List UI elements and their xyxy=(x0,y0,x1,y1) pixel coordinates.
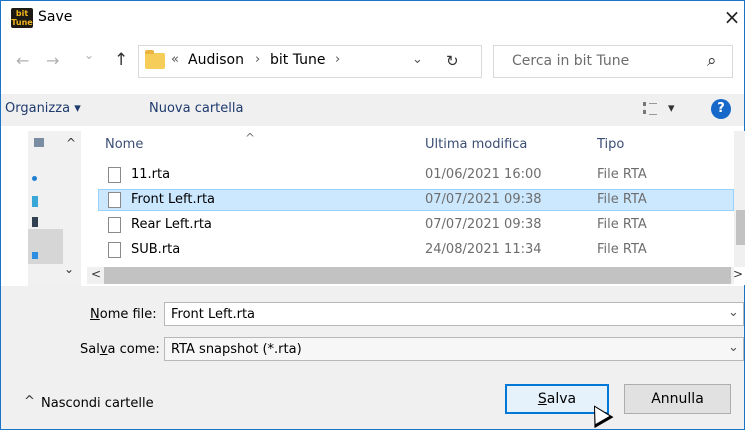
column-header-type[interactable]: Tipo xyxy=(597,137,624,152)
recent-locations-chevron-icon[interactable]: ⌄ xyxy=(84,48,94,62)
file-name[interactable]: Rear Left.rta xyxy=(131,217,212,232)
refresh-icon[interactable]: ↻ xyxy=(446,52,459,70)
organize-label: Organizza xyxy=(5,101,71,116)
horizontal-scroll-thumb[interactable] xyxy=(104,267,731,284)
breadcrumb-separator: › xyxy=(255,52,261,67)
command-bar xyxy=(1,94,744,126)
view-options-chevron-icon[interactable]: ▾ xyxy=(668,101,675,116)
file-name[interactable]: 11.rta xyxy=(131,167,170,182)
new-folder-button[interactable]: Nuova cartella xyxy=(149,101,243,116)
file-type: File RTA xyxy=(597,217,647,232)
search-placeholder: Cerca in bit Tune xyxy=(512,53,630,69)
view-options-icon[interactable] xyxy=(643,102,657,115)
savetype-value: RTA snapshot (*.rta) xyxy=(171,342,302,357)
breadcrumb-separator: › xyxy=(335,52,341,67)
file-icon xyxy=(108,192,121,208)
vertical-scrollbar[interactable] xyxy=(734,131,745,267)
hide-folders-button[interactable]: Nascondi cartelle xyxy=(41,396,154,411)
vertical-scroll-thumb[interactable] xyxy=(736,210,745,245)
organize-button[interactable]: Organizza ▾ xyxy=(5,101,81,116)
forward-arrow-icon[interactable]: → xyxy=(46,51,59,70)
back-arrow-icon[interactable]: ← xyxy=(16,51,29,70)
breadcrumb-bit-tune[interactable]: bit Tune xyxy=(270,52,326,68)
app-logo-icon: bit Tune xyxy=(11,8,33,28)
scroll-up-icon[interactable]: ^ xyxy=(66,136,76,150)
nav-item-icon[interactable] xyxy=(32,196,38,207)
file-icon xyxy=(108,217,121,233)
file-name[interactable]: SUB.rta xyxy=(131,242,180,257)
file-type: File RTA xyxy=(597,167,647,182)
scroll-down-icon[interactable]: ⌄ xyxy=(64,262,74,276)
breadcrumb-overflow[interactable]: « xyxy=(171,52,179,67)
file-name[interactable]: Front Left.rta xyxy=(131,192,215,207)
column-header-modified[interactable]: Ultima modifica xyxy=(425,137,527,152)
savetype-label-b: a come: xyxy=(107,342,160,357)
scroll-right-icon[interactable]: > xyxy=(733,267,743,281)
file-icon xyxy=(108,167,121,183)
dialog-title: Save xyxy=(38,9,73,25)
savetype-label-a: Sal xyxy=(80,342,100,357)
search-icon: ⌕ xyxy=(707,51,717,71)
file-type: File RTA xyxy=(597,192,647,207)
filename-label-mnemonic: N xyxy=(90,307,100,322)
sort-ascending-icon: ^ xyxy=(245,131,256,145)
savetype-label: Salva come: xyxy=(80,342,160,357)
file-icon xyxy=(108,242,121,258)
savetype-label-mnemonic: v xyxy=(99,342,108,357)
nav-item-icon[interactable] xyxy=(32,217,38,227)
filename-label-text: ome file: xyxy=(99,307,157,322)
address-dropdown-chevron-icon[interactable]: ⌄ xyxy=(412,52,423,67)
file-modified: 24/08/2021 11:34 xyxy=(425,242,542,257)
filename-dropdown-chevron-icon[interactable]: ⌄ xyxy=(728,305,739,320)
help-icon[interactable]: ? xyxy=(711,99,731,119)
file-modified: 07/07/2021 09:38 xyxy=(425,217,542,232)
nav-item-icon[interactable] xyxy=(34,138,44,147)
folder-icon xyxy=(145,50,165,69)
file-modified: 07/07/2021 09:38 xyxy=(425,192,542,207)
breadcrumb-audison[interactable]: Audison xyxy=(188,52,244,68)
file-type: File RTA xyxy=(597,242,647,257)
cancel-button[interactable]: Annulla xyxy=(624,384,731,414)
nav-item-icon[interactable] xyxy=(32,252,38,259)
nav-item-icon[interactable] xyxy=(32,176,37,181)
scroll-left-icon[interactable]: < xyxy=(91,267,101,281)
collapse-chevron-icon[interactable]: ^ xyxy=(24,394,35,409)
savetype-dropdown-chevron-icon[interactable]: ⌄ xyxy=(728,340,739,355)
filename-value: Front Left.rta xyxy=(171,307,256,322)
save-button-mnemonic: S xyxy=(537,391,547,407)
save-button-text: alva xyxy=(546,391,577,407)
file-modified: 01/06/2021 16:00 xyxy=(425,167,542,182)
column-header-name[interactable]: Nome xyxy=(105,137,143,152)
organize-chevron-icon: ▾ xyxy=(74,101,81,116)
close-button[interactable]: × xyxy=(720,4,744,30)
filename-label: Nome file: xyxy=(90,307,157,322)
up-arrow-icon[interactable]: ↑ xyxy=(114,50,128,70)
